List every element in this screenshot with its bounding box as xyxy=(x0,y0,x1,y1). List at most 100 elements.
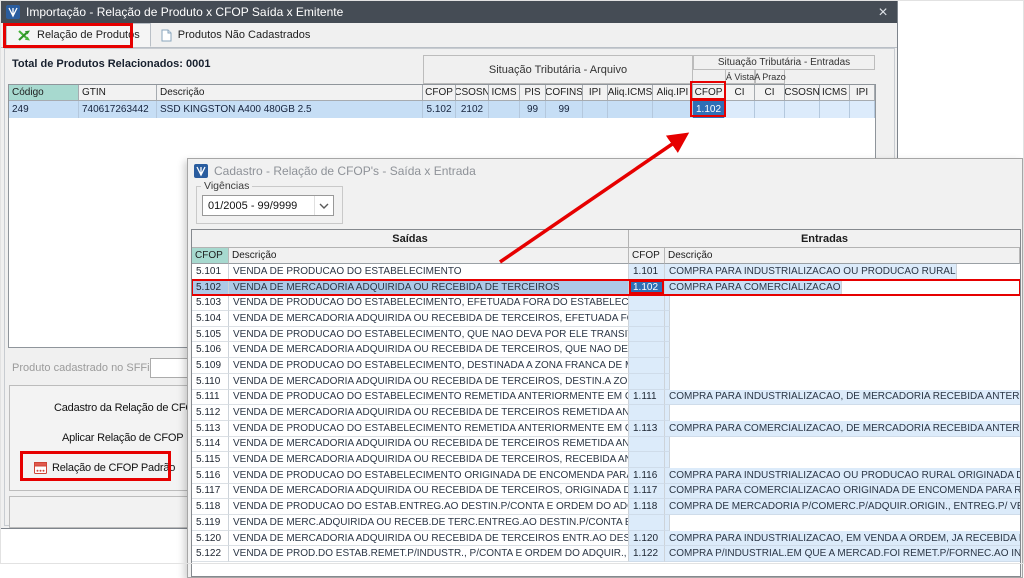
saida-cfop-cell[interactable]: 5.112 xyxy=(192,405,229,421)
column-header-csosn-entrada[interactable]: CSOSN xyxy=(785,85,820,101)
entrada-cfop-cell[interactable] xyxy=(629,311,665,327)
saida-desc-cell[interactable]: VENDA DE PRODUCAO DO ESTABELECIMENTO xyxy=(229,264,629,280)
table-row[interactable]: 249 740617263442 SSD KINGSTON A400 480GB… xyxy=(9,101,875,118)
saida-cfop-cell[interactable]: 5.111 xyxy=(192,390,229,406)
table-row[interactable]: 5.105VENDA DE PRODUCAO DO ESTABELECIMENT… xyxy=(192,327,1020,343)
column-header-aliq-icms[interactable]: Aliq.ICMS xyxy=(608,85,653,101)
saida-cfop-cell[interactable]: 5.122 xyxy=(192,546,229,562)
saida-cfop-cell[interactable]: 5.104 xyxy=(192,311,229,327)
entrada-desc-cell[interactable]: COMPRA PARA COMERCIALIZACAO ORIGINADA DE… xyxy=(665,484,1021,500)
table-row[interactable]: 5.120VENDA DE MERCADORIA ADQUIRIDA OU RE… xyxy=(192,531,1020,547)
column-header-entrada-descricao[interactable]: Descrição xyxy=(665,248,1020,264)
cell-aliq-icms[interactable] xyxy=(608,101,653,118)
saida-desc-cell[interactable]: VENDA DE MERCADORIA ADQUIRIDA OU RECEBID… xyxy=(229,452,629,468)
saida-desc-cell[interactable]: VENDA DE MERCADORIA ADQUIRIDA OU RECEBID… xyxy=(229,405,629,421)
table-row[interactable]: 5.106VENDA DE MERCADORIA ADQUIRIDA OU RE… xyxy=(192,342,1020,358)
cell-aliq-ipi[interactable] xyxy=(653,101,693,118)
entrada-desc-cell[interactable] xyxy=(665,452,670,468)
column-header-cfop[interactable]: CFOP xyxy=(423,85,456,101)
column-header-ipi-entrada[interactable]: IPI xyxy=(850,85,875,101)
table-row[interactable]: 5.122VENDA DE PROD.DO ESTAB.REMET.P/INDU… xyxy=(192,546,1020,562)
saida-cfop-cell[interactable]: 5.115 xyxy=(192,452,229,468)
saida-desc-cell[interactable]: VENDA DE MERCADORIA ADQUIRIDA OU RECEBID… xyxy=(229,374,629,390)
table-row[interactable]: 5.115VENDA DE MERCADORIA ADQUIRIDA OU RE… xyxy=(192,452,1020,468)
entrada-cfop-cell[interactable]: 1.122 xyxy=(629,546,665,562)
entrada-cfop-cell[interactable]: 1.111 xyxy=(629,390,665,406)
saida-cfop-cell[interactable]: 5.117 xyxy=(192,484,229,500)
saida-desc-cell[interactable]: VENDA DE PRODUCAO DO ESTABELECIMENTO REM… xyxy=(229,421,629,437)
table-row[interactable]: 5.118VENDA DE PRODUCAO DO ESTAB.ENTREG.A… xyxy=(192,499,1020,515)
saida-cfop-cell[interactable]: 5.116 xyxy=(192,468,229,484)
cell-pis[interactable]: 99 xyxy=(520,101,546,118)
column-header-gtin[interactable]: GTIN xyxy=(79,85,157,101)
column-header-ipi[interactable]: IPI xyxy=(583,85,608,101)
cell-gtin[interactable]: 740617263442 xyxy=(79,101,157,118)
cell-cfop[interactable]: 5.102 xyxy=(423,101,456,118)
entrada-cfop-cell[interactable]: 1.118 xyxy=(629,499,665,515)
entrada-desc-cell[interactable] xyxy=(665,515,670,531)
entrada-cfop-cell[interactable] xyxy=(629,452,665,468)
saida-cfop-cell[interactable]: 5.101 xyxy=(192,264,229,280)
column-header-pis[interactable]: PIS xyxy=(520,85,546,101)
saida-desc-cell[interactable]: VENDA DE MERC.ADQUIRIDA OU RECEB.DE TERC… xyxy=(229,515,629,531)
saida-cfop-cell[interactable]: 5.103 xyxy=(192,295,229,311)
entrada-desc-cell[interactable]: COMPRA PARA INDUSTRIALIZACAO OU PRODUCAO… xyxy=(665,468,1021,484)
entrada-desc-cell[interactable]: COMPRA PARA INDUSTRIALIZACAO, DE MERCADO… xyxy=(665,390,1021,406)
cell-descricao[interactable]: SSD KINGSTON A400 480GB 2.5 xyxy=(157,101,423,118)
vigencias-combobox[interactable]: 01/2005 - 99/9999 xyxy=(202,195,334,216)
saida-cfop-cell[interactable]: 5.105 xyxy=(192,327,229,343)
cell-csosn[interactable]: 2102 xyxy=(456,101,489,118)
saida-desc-cell[interactable]: VENDA DE MERCADORIA ADQUIRIDA OU RECEBID… xyxy=(229,531,629,547)
saida-desc-cell[interactable]: VENDA DE PRODUCAO DO ESTABELECIMENTO, QU… xyxy=(229,327,629,343)
table-row[interactable]: 5.104VENDA DE MERCADORIA ADQUIRIDA OU RE… xyxy=(192,311,1020,327)
entrada-desc-cell[interactable] xyxy=(665,374,670,390)
cell-ci-vista[interactable] xyxy=(725,101,755,118)
entrada-desc-cell[interactable] xyxy=(665,405,670,421)
saida-desc-cell[interactable]: VENDA DE MERCADORIA ADQUIRIDA OU RECEBID… xyxy=(229,437,629,453)
column-header-descricao[interactable]: Descrição xyxy=(157,85,423,101)
saida-desc-cell[interactable]: VENDA DE PRODUCAO DO ESTABELECIMENTO, DE… xyxy=(229,358,629,374)
entrada-desc-cell[interactable]: COMPRA PARA INDUSTRIALIZACAO OU PRODUCAO… xyxy=(665,264,957,280)
column-header-cfop-entrada[interactable]: CFOP xyxy=(693,85,725,101)
saida-cfop-cell[interactable]: 5.110 xyxy=(192,374,229,390)
entrada-desc-cell[interactable] xyxy=(665,358,670,374)
entrada-cfop-cell[interactable] xyxy=(629,515,665,531)
saida-desc-cell[interactable]: VENDA DE MERCADORIA ADQUIRIDA OU RECEBID… xyxy=(229,342,629,358)
entrada-cfop-cell[interactable] xyxy=(629,342,665,358)
entrada-desc-cell[interactable] xyxy=(665,311,670,327)
cell-cfop-entrada[interactable]: 1.102 xyxy=(693,101,725,118)
saida-cfop-cell[interactable]: 5.119 xyxy=(192,515,229,531)
saida-cfop-cell[interactable]: 5.118 xyxy=(192,499,229,515)
table-row[interactable]: 5.111VENDA DE PRODUCAO DO ESTABELECIMENT… xyxy=(192,390,1020,406)
saida-cfop-cell[interactable]: 5.113 xyxy=(192,421,229,437)
saida-desc-cell[interactable]: VENDA DE PROD.DO ESTAB.REMET.P/INDUSTR.,… xyxy=(229,546,629,562)
column-header-entrada-cfop[interactable]: CFOP xyxy=(629,248,665,264)
saida-cfop-cell[interactable]: 5.109 xyxy=(192,358,229,374)
cell-icms-entrada[interactable] xyxy=(820,101,850,118)
cell-icms[interactable] xyxy=(489,101,520,118)
entrada-desc-cell[interactable] xyxy=(665,342,670,358)
column-header-icms[interactable]: ICMS xyxy=(489,85,520,101)
table-row[interactable]: 5.101VENDA DE PRODUCAO DO ESTABELECIMENT… xyxy=(192,264,1020,280)
entrada-desc-cell[interactable]: COMPRA PARA COMERCIALIZACAO xyxy=(665,280,842,296)
table-row[interactable]: 5.117VENDA DE MERCADORIA ADQUIRIDA OU RE… xyxy=(192,484,1020,500)
column-header-ci-prazo[interactable]: CI xyxy=(755,85,785,101)
column-header-cofins[interactable]: COFINS xyxy=(546,85,583,101)
entrada-cfop-cell[interactable] xyxy=(629,374,665,390)
column-header-codigo[interactable]: Código xyxy=(9,85,79,101)
table-row[interactable]: 5.103VENDA DE PRODUCAO DO ESTABELECIMENT… xyxy=(192,295,1020,311)
entrada-desc-cell[interactable] xyxy=(665,295,670,311)
saida-cfop-cell[interactable]: 5.114 xyxy=(192,437,229,453)
column-header-icms-entrada[interactable]: ICMS xyxy=(820,85,850,101)
entrada-cfop-cell[interactable]: 1.120 xyxy=(629,531,665,547)
table-row[interactable]: 5.116VENDA DE PRODUCAO DO ESTABELECIMENT… xyxy=(192,468,1020,484)
tab-produtos-nao-cadastrados[interactable]: Produtos Não Cadastrados xyxy=(151,23,321,47)
saida-cfop-cell[interactable]: 5.106 xyxy=(192,342,229,358)
entrada-desc-cell[interactable]: COMPRA PARA COMERCIALIZACAO, DE MERCADOR… xyxy=(665,421,1021,437)
entrada-cfop-cell[interactable] xyxy=(629,437,665,453)
chevron-down-icon[interactable] xyxy=(314,196,333,215)
table-row[interactable]: 5.119VENDA DE MERC.ADQUIRIDA OU RECEB.DE… xyxy=(192,515,1020,531)
table-row[interactable]: 5.109VENDA DE PRODUCAO DO ESTABELECIMENT… xyxy=(192,358,1020,374)
entrada-cfop-cell[interactable]: 1.101 xyxy=(629,264,665,280)
saida-cfop-cell[interactable]: 5.120 xyxy=(192,531,229,547)
